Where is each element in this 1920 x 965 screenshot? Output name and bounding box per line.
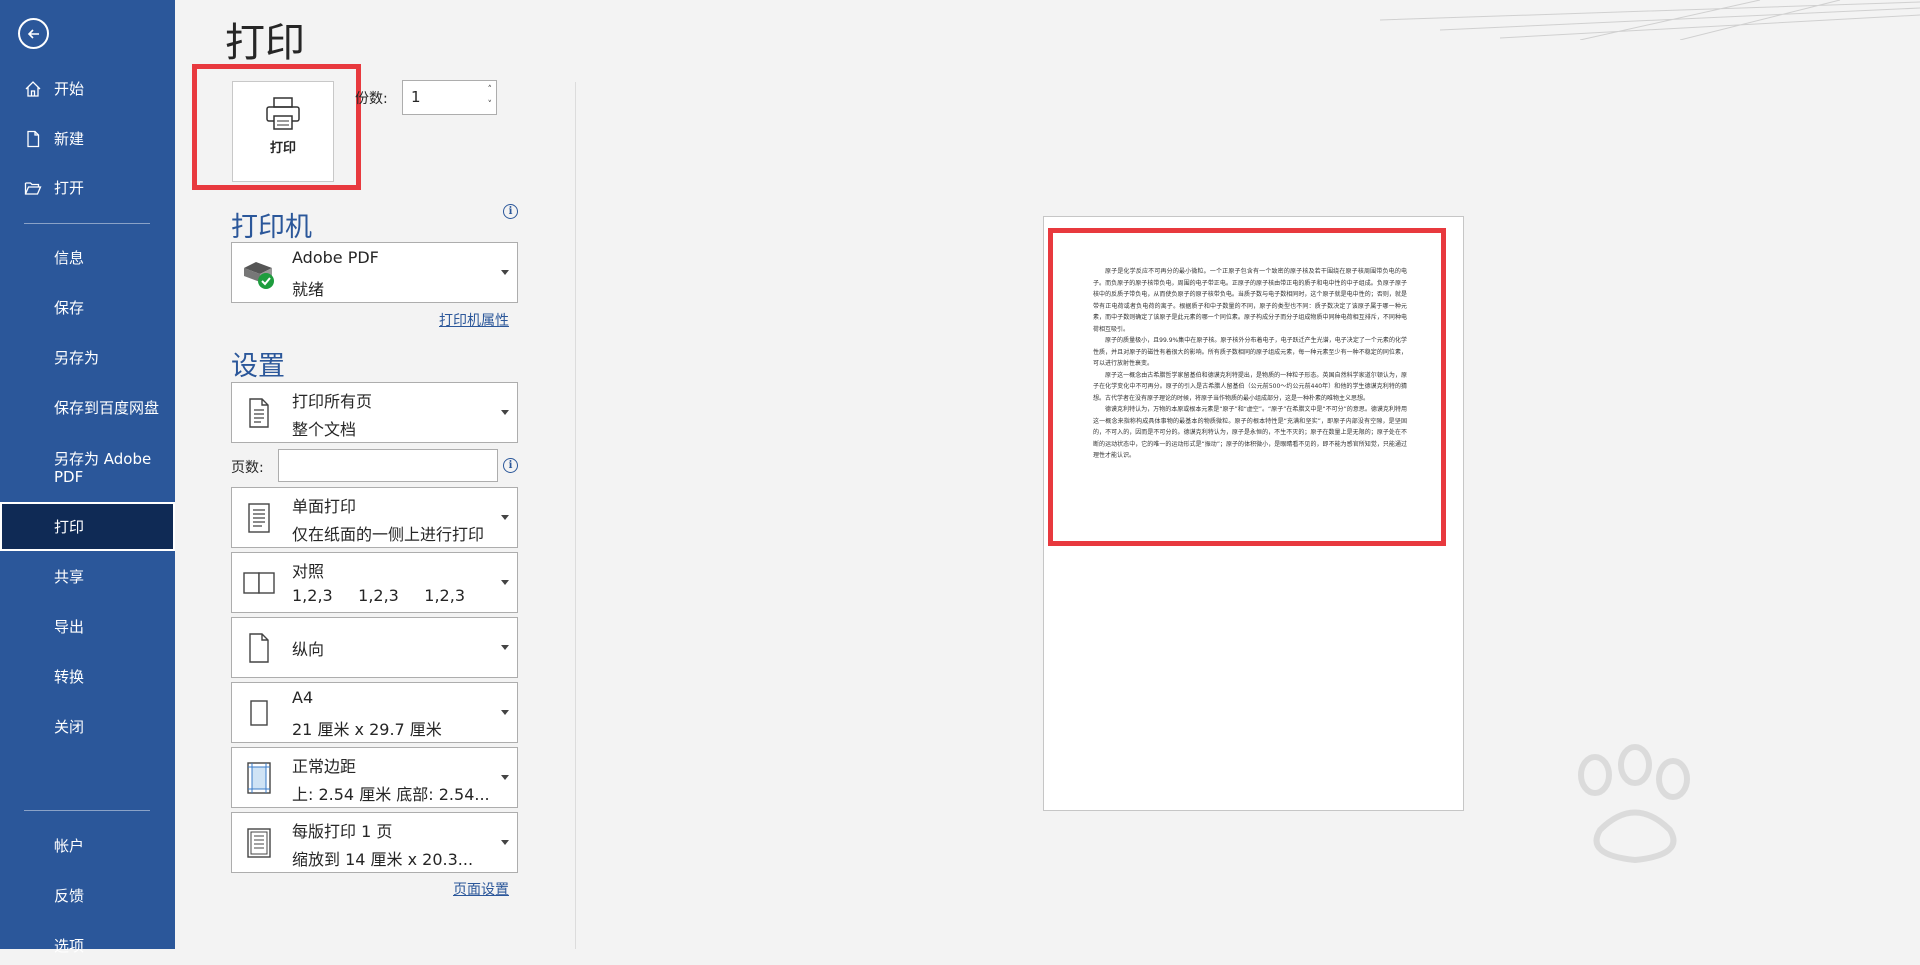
print-range-title: 打印所有页 [292,392,373,411]
arrow-left-icon [27,28,39,39]
printer-dropdown[interactable]: Adobe PDF 就绪 [231,242,518,303]
printer-heading: 打印机 [231,212,312,243]
nav-item-label: 反馈 [54,886,85,905]
nav-item-label: 新建 [54,129,85,148]
nav-item-open[interactable]: 打开 [0,167,175,207]
back-button[interactable] [18,18,49,49]
nav-item-options[interactable]: 选项 [0,925,175,965]
nav-item-new[interactable]: 新建 [0,118,175,158]
nav-item-label: 保存到百度网盘 [54,398,160,417]
single-sided-icon [248,503,270,533]
chevron-down-icon[interactable]: ˅ [488,101,493,110]
duplex-subtitle: 仅在纸面的一侧上进行打印 [292,525,485,544]
page-setup-link[interactable]: 页面设置 [453,879,509,899]
nav-item-label: 另存为 Adobe PDF [54,450,152,486]
nav-item-print[interactable]: 打印 [0,502,175,551]
duplex-dropdown[interactable]: 单面打印 仅在纸面的一侧上进行打印 [231,487,518,548]
nav-item-save[interactable]: 保存 [0,287,175,327]
nav-item-label: 导出 [54,617,85,636]
margins-title: 正常边距 [292,757,357,776]
nav-item-label: 信息 [54,248,85,267]
margins-dropdown[interactable]: 正常边距 上: 2.54 厘米 底部: 2.54... [231,747,518,808]
nav-item-info[interactable]: 信息 [0,237,175,277]
chevron-down-icon [501,775,509,780]
orientation-title: 纵向 [292,640,325,659]
pages-per-sheet-icon [247,828,271,858]
home-icon [25,81,41,97]
nav-item-convert[interactable]: 转换 [0,656,175,696]
collate-subtitle: 1,2,3 1,2,3 1,2,3 [292,586,465,605]
nav-item-label: 选项 [54,936,85,955]
portrait-icon [249,633,269,663]
collate-dropdown[interactable]: 对照 1,2,3 1,2,3 1,2,3 [231,552,518,613]
pages-per-sheet-subtitle: 缩放到 14 厘米 x 20.3... [292,850,474,869]
collate-icon [243,572,275,594]
nav-divider [24,223,150,224]
duplex-title: 单面打印 [292,497,357,516]
decorative-lines [1380,0,1920,40]
chevron-down-icon [501,270,509,275]
printer-status-icon [244,262,274,289]
open-folder-icon [24,182,42,195]
document-pages-icon [249,398,269,428]
orientation-dropdown[interactable]: 纵向 [231,617,518,678]
chevron-down-icon [501,840,509,845]
chevron-down-icon [501,580,509,585]
pages-input[interactable] [278,449,498,482]
margins-subtitle: 上: 2.54 厘米 底部: 2.54... [292,785,490,804]
chevron-down-icon [501,515,509,520]
info-icon[interactable]: i [503,204,518,219]
nav-item-save-as-pdf[interactable]: 另存为 Adobe PDF [0,444,175,494]
nav-item-feedback[interactable]: 反馈 [0,875,175,915]
print-range-subtitle: 整个文档 [292,420,357,439]
nav-item-save-as[interactable]: 另存为 [0,337,175,377]
print-range-dropdown[interactable]: 打印所有页 整个文档 [231,382,518,443]
printer-properties-link[interactable]: 打印机属性 [439,310,509,330]
new-document-icon [27,130,40,148]
nav-item-label: 关闭 [54,717,85,736]
nav-item-label: 打印 [54,518,85,536]
nav-item-label: 另存为 [54,348,100,367]
nav-item-share[interactable]: 共享 [0,556,175,596]
nav-item-home[interactable]: 开始 [0,68,175,108]
copies-label: 份数: [355,91,388,107]
watermark-logo [1578,744,1690,864]
collate-title: 对照 [292,562,325,581]
nav-item-export[interactable]: 导出 [0,606,175,646]
nav-item-save-to-baidu[interactable]: 保存到百度网盘 [0,387,175,427]
nav-divider [24,810,150,811]
pages-per-sheet-dropdown[interactable]: 每版打印 1 页 缩放到 14 厘米 x 20.3... [231,812,518,873]
page-title: 打印 [225,20,305,66]
info-icon[interactable]: i [503,458,518,473]
backstage-sidebar: 开始 新建 打开 信息 保存 另存为 保存到百度网盘 另存为 Adobe PDF… [0,0,175,955]
copies-value: 1 [411,88,421,106]
nav-item-label: 打开 [54,178,85,197]
nav-item-label: 开始 [54,79,85,98]
pages-per-sheet-title: 每版打印 1 页 [292,822,393,841]
highlight-box-print [192,64,361,190]
paper-size-subtitle: 21 厘米 x 29.7 厘米 [292,720,442,739]
margins-icon [247,762,271,794]
nav-item-account[interactable]: 帐户 [0,825,175,865]
paper-size-dropdown[interactable]: A4 21 厘米 x 29.7 厘米 [231,682,518,743]
nav-item-label: 转换 [54,667,85,686]
printer-name: Adobe PDF [292,248,379,267]
paper-size-title: A4 [292,688,314,707]
printer-status: 就绪 [292,280,325,299]
chevron-up-icon[interactable]: ˄ [488,86,493,95]
settings-heading: 设置 [231,351,285,382]
nav-item-close[interactable]: 关闭 [0,706,175,746]
nav-item-label: 共享 [54,567,85,586]
pages-label: 页数: [231,460,264,476]
chevron-down-icon [501,645,509,650]
nav-item-label: 保存 [54,298,85,317]
nav-item-label: 帐户 [54,836,85,855]
chevron-down-icon [501,410,509,415]
chevron-down-icon [501,710,509,715]
highlight-box-preview [1048,228,1446,546]
copies-stepper[interactable]: 1 ˄ ˅ [402,80,497,115]
paper-size-icon [250,700,268,726]
